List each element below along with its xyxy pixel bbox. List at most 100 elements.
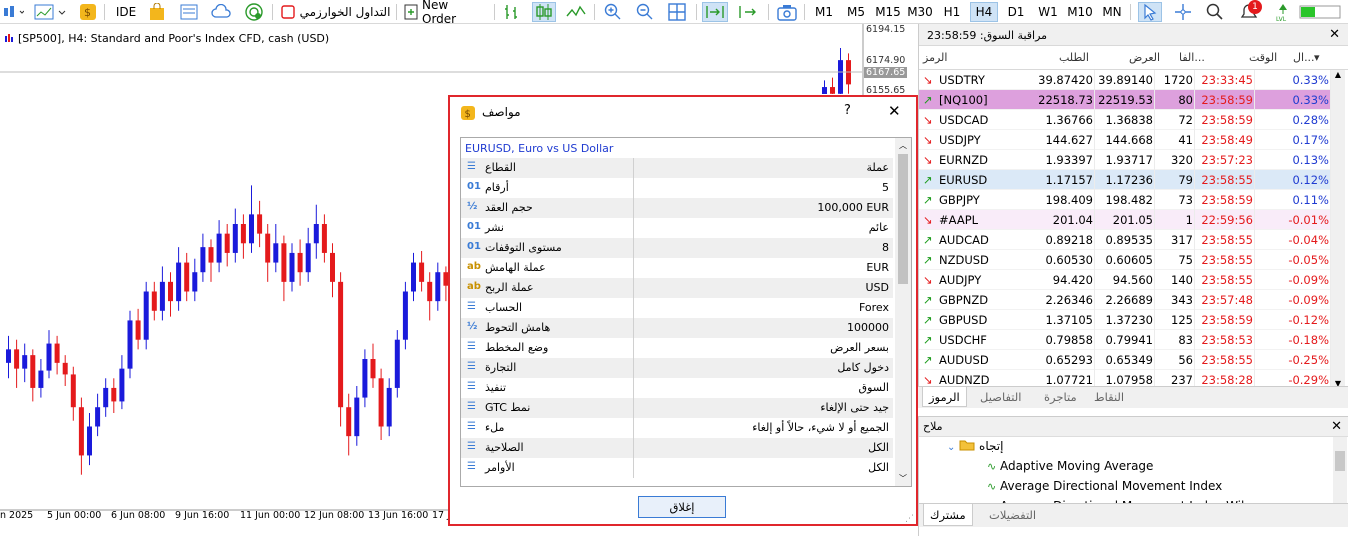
scrollbar[interactable]: ︿ ﹀ — [895, 138, 911, 486]
scroll-down-icon[interactable]: ﹀ — [895, 473, 911, 484]
symbol-row[interactable]: ↘ USDJPY 144.627 144.668 41 23:58:49 0.17% — [919, 130, 1331, 150]
symbol-row[interactable]: ↗ [NQ100] 22518.73 22519.53 80 23:58:59 0.33% — [919, 90, 1331, 110]
column-time[interactable]: الوقت — [1249, 51, 1277, 64]
symbol-row[interactable]: ↘ USDTRY 39.87420 39.89140 1720 23:33:45 0.33% — [919, 70, 1331, 90]
timeframe-m15[interactable]: M15 — [874, 2, 902, 22]
scrollbar[interactable] — [1333, 437, 1347, 513]
new-order-icon[interactable] — [402, 2, 420, 22]
symbol-row[interactable]: ↘ #AAPL 201.04 201.05 1 22:59:56 -0.01% — [919, 210, 1331, 230]
auto-scroll-icon[interactable] — [702, 2, 728, 22]
new-order-button[interactable]: New Order — [422, 0, 486, 26]
bid-price: 22518.73 — [1038, 93, 1093, 107]
close-icon[interactable]: ✕ — [888, 102, 901, 120]
candle-body — [330, 252, 335, 282]
symbol-row[interactable]: ↗ EURUSD 1.17157 1.17236 79 23:58:55 0.12% — [919, 170, 1331, 190]
ide-button[interactable]: IDE — [112, 2, 140, 22]
chart-type-icon[interactable] — [0, 2, 26, 22]
tab-trading[interactable]: متاجرة — [1044, 390, 1077, 404]
symbol-row[interactable]: ↗ GBPNZD 2.26346 2.26689 343 23:57:48 -0.09% — [919, 290, 1331, 310]
scroll-thumb[interactable] — [898, 154, 908, 284]
chevron-down-icon[interactable]: ⌄ — [947, 442, 955, 453]
tab-details[interactable]: التفاصيل — [980, 390, 1021, 404]
zoom-in-icon[interactable] — [602, 2, 624, 22]
dollar-icon: $ — [461, 106, 475, 120]
close-icon[interactable]: ✕ — [1331, 419, 1342, 434]
algo-trading-icon[interactable] — [280, 2, 296, 22]
scroll-up-icon[interactable]: ︿ — [895, 140, 911, 151]
shopping-bag-icon[interactable] — [146, 2, 168, 22]
symbol-row[interactable]: ↘ AUDJPY 94.420 94.560 140 23:58:55 -0.09% — [919, 270, 1331, 290]
scroll-thumb[interactable] — [1335, 451, 1345, 471]
ask-price: 1.07958 — [1105, 373, 1153, 387]
resize-grip-icon[interactable]: ⋰ — [905, 514, 914, 524]
tab-symbols[interactable]: الرموز — [922, 387, 967, 407]
signals-icon[interactable] — [242, 2, 266, 22]
crosshair-icon[interactable] — [1172, 2, 1194, 22]
column-bid[interactable]: الطلب — [1059, 51, 1089, 64]
cloud-icon[interactable] — [210, 2, 234, 22]
candle-body — [321, 224, 327, 253]
scroll-up-icon[interactable]: ▲ — [1331, 70, 1345, 79]
symbol-row[interactable]: ↘ EURNZD 1.93397 1.93717 320 23:57:23 0.13% — [919, 150, 1331, 170]
column-change[interactable]: ال... — [1293, 51, 1315, 64]
zoom-out-icon[interactable] — [634, 2, 656, 22]
candle-body — [95, 407, 101, 427]
search-icon[interactable] — [1204, 2, 1226, 22]
trend-arrow-icon: ↗ — [923, 93, 933, 107]
tab-favorites[interactable]: التفضيلات — [989, 508, 1036, 522]
tab-ticks[interactable]: النقاط — [1094, 390, 1124, 404]
property-value: بسعر العرض — [830, 341, 889, 354]
symbol-row[interactable]: ↗ USDCHF 0.79858 0.79941 83 23:58:53 -0.18% — [919, 330, 1331, 350]
notifications-icon[interactable]: 1 — [1236, 0, 1262, 22]
timeframe-m5[interactable]: M5 — [842, 2, 870, 22]
symbol-row[interactable]: ↗ GBPJPY 198.409 198.482 73 23:58:59 0.11% — [919, 190, 1331, 210]
spread-value: 317 — [1171, 233, 1193, 247]
timeframe-m10[interactable]: M10 — [1066, 2, 1094, 22]
timeframe-h4[interactable]: H4 — [970, 2, 998, 22]
chart-line-icon[interactable] — [32, 2, 70, 22]
bid-price: 39.87420 — [1038, 73, 1093, 87]
cursor-icon[interactable] — [1138, 2, 1162, 22]
property-value: جيد حتى الإلغاء — [820, 401, 889, 414]
svg-text:$: $ — [84, 6, 91, 19]
tree-folder[interactable]: ⌄ إتجاه — [947, 439, 1003, 453]
close-button[interactable]: إغلاق — [638, 496, 726, 518]
algo-trading-button[interactable]: التداول الخوارزمي — [296, 2, 394, 22]
bid-price: 94.420 — [1052, 273, 1093, 287]
spread-value: 343 — [1171, 293, 1193, 307]
timeframe-h1[interactable]: H1 — [938, 2, 966, 22]
timeframe-d1[interactable]: D1 — [1002, 2, 1030, 22]
tab-common[interactable]: مشترك — [923, 504, 973, 526]
candlestick-icon[interactable] — [532, 2, 556, 22]
indicator-item[interactable]: ∿ Average Directional Movement Index — [987, 479, 1222, 493]
help-button[interactable]: ? — [844, 103, 851, 118]
symbol-row[interactable]: ↗ GBPUSD 1.37105 1.37230 125 23:58:59 -0.12% — [919, 310, 1331, 330]
vps-icon[interactable] — [178, 2, 200, 22]
timeframe-m30[interactable]: M30 — [906, 2, 934, 22]
timeframe-mn[interactable]: MN — [1098, 2, 1126, 22]
timeframe-m1[interactable]: M1 — [810, 2, 838, 22]
candle-body — [281, 243, 287, 282]
line-chart-icon[interactable] — [564, 2, 588, 22]
indicator-item[interactable]: ∿ Adaptive Moving Average — [987, 459, 1153, 473]
symbol-row[interactable]: ↘ USDCAD 1.36766 1.36838 72 23:58:59 0.28% — [919, 110, 1331, 130]
chart-shift-icon[interactable] — [736, 2, 760, 22]
column-ask[interactable]: العرض — [1129, 51, 1160, 64]
timeframe-w1[interactable]: W1 — [1034, 2, 1062, 22]
symbol-row[interactable]: ↗ AUDCAD 0.89218 0.89535 317 23:58:55 -0.04% — [919, 230, 1331, 250]
trend-arrow-icon: ↗ — [923, 313, 933, 327]
property-value: عملة — [866, 161, 889, 174]
column-menu-icon[interactable]: ▾ — [1314, 51, 1320, 64]
scrollbar[interactable]: ▲ ▼ — [1331, 70, 1345, 388]
close-icon[interactable]: ✕ — [1329, 27, 1340, 42]
column-symbol[interactable]: الرمز — [923, 51, 947, 64]
candle-body — [46, 343, 52, 371]
screenshot-icon[interactable] — [776, 2, 798, 22]
dollar-icon[interactable]: $ — [78, 2, 98, 22]
symbol-row[interactable]: ↗ AUDUSD 0.65293 0.65349 56 23:58:55 -0.25% — [919, 350, 1331, 370]
symbol-row[interactable]: ↗ NZDUSD 0.60530 0.60605 75 23:58:55 -0.05% — [919, 250, 1331, 270]
bar-chart-icon[interactable] — [500, 2, 524, 22]
column-spread[interactable]: الفا... — [1179, 51, 1205, 64]
ask-price: 1.17236 — [1105, 173, 1153, 187]
tile-windows-icon[interactable] — [666, 2, 688, 22]
